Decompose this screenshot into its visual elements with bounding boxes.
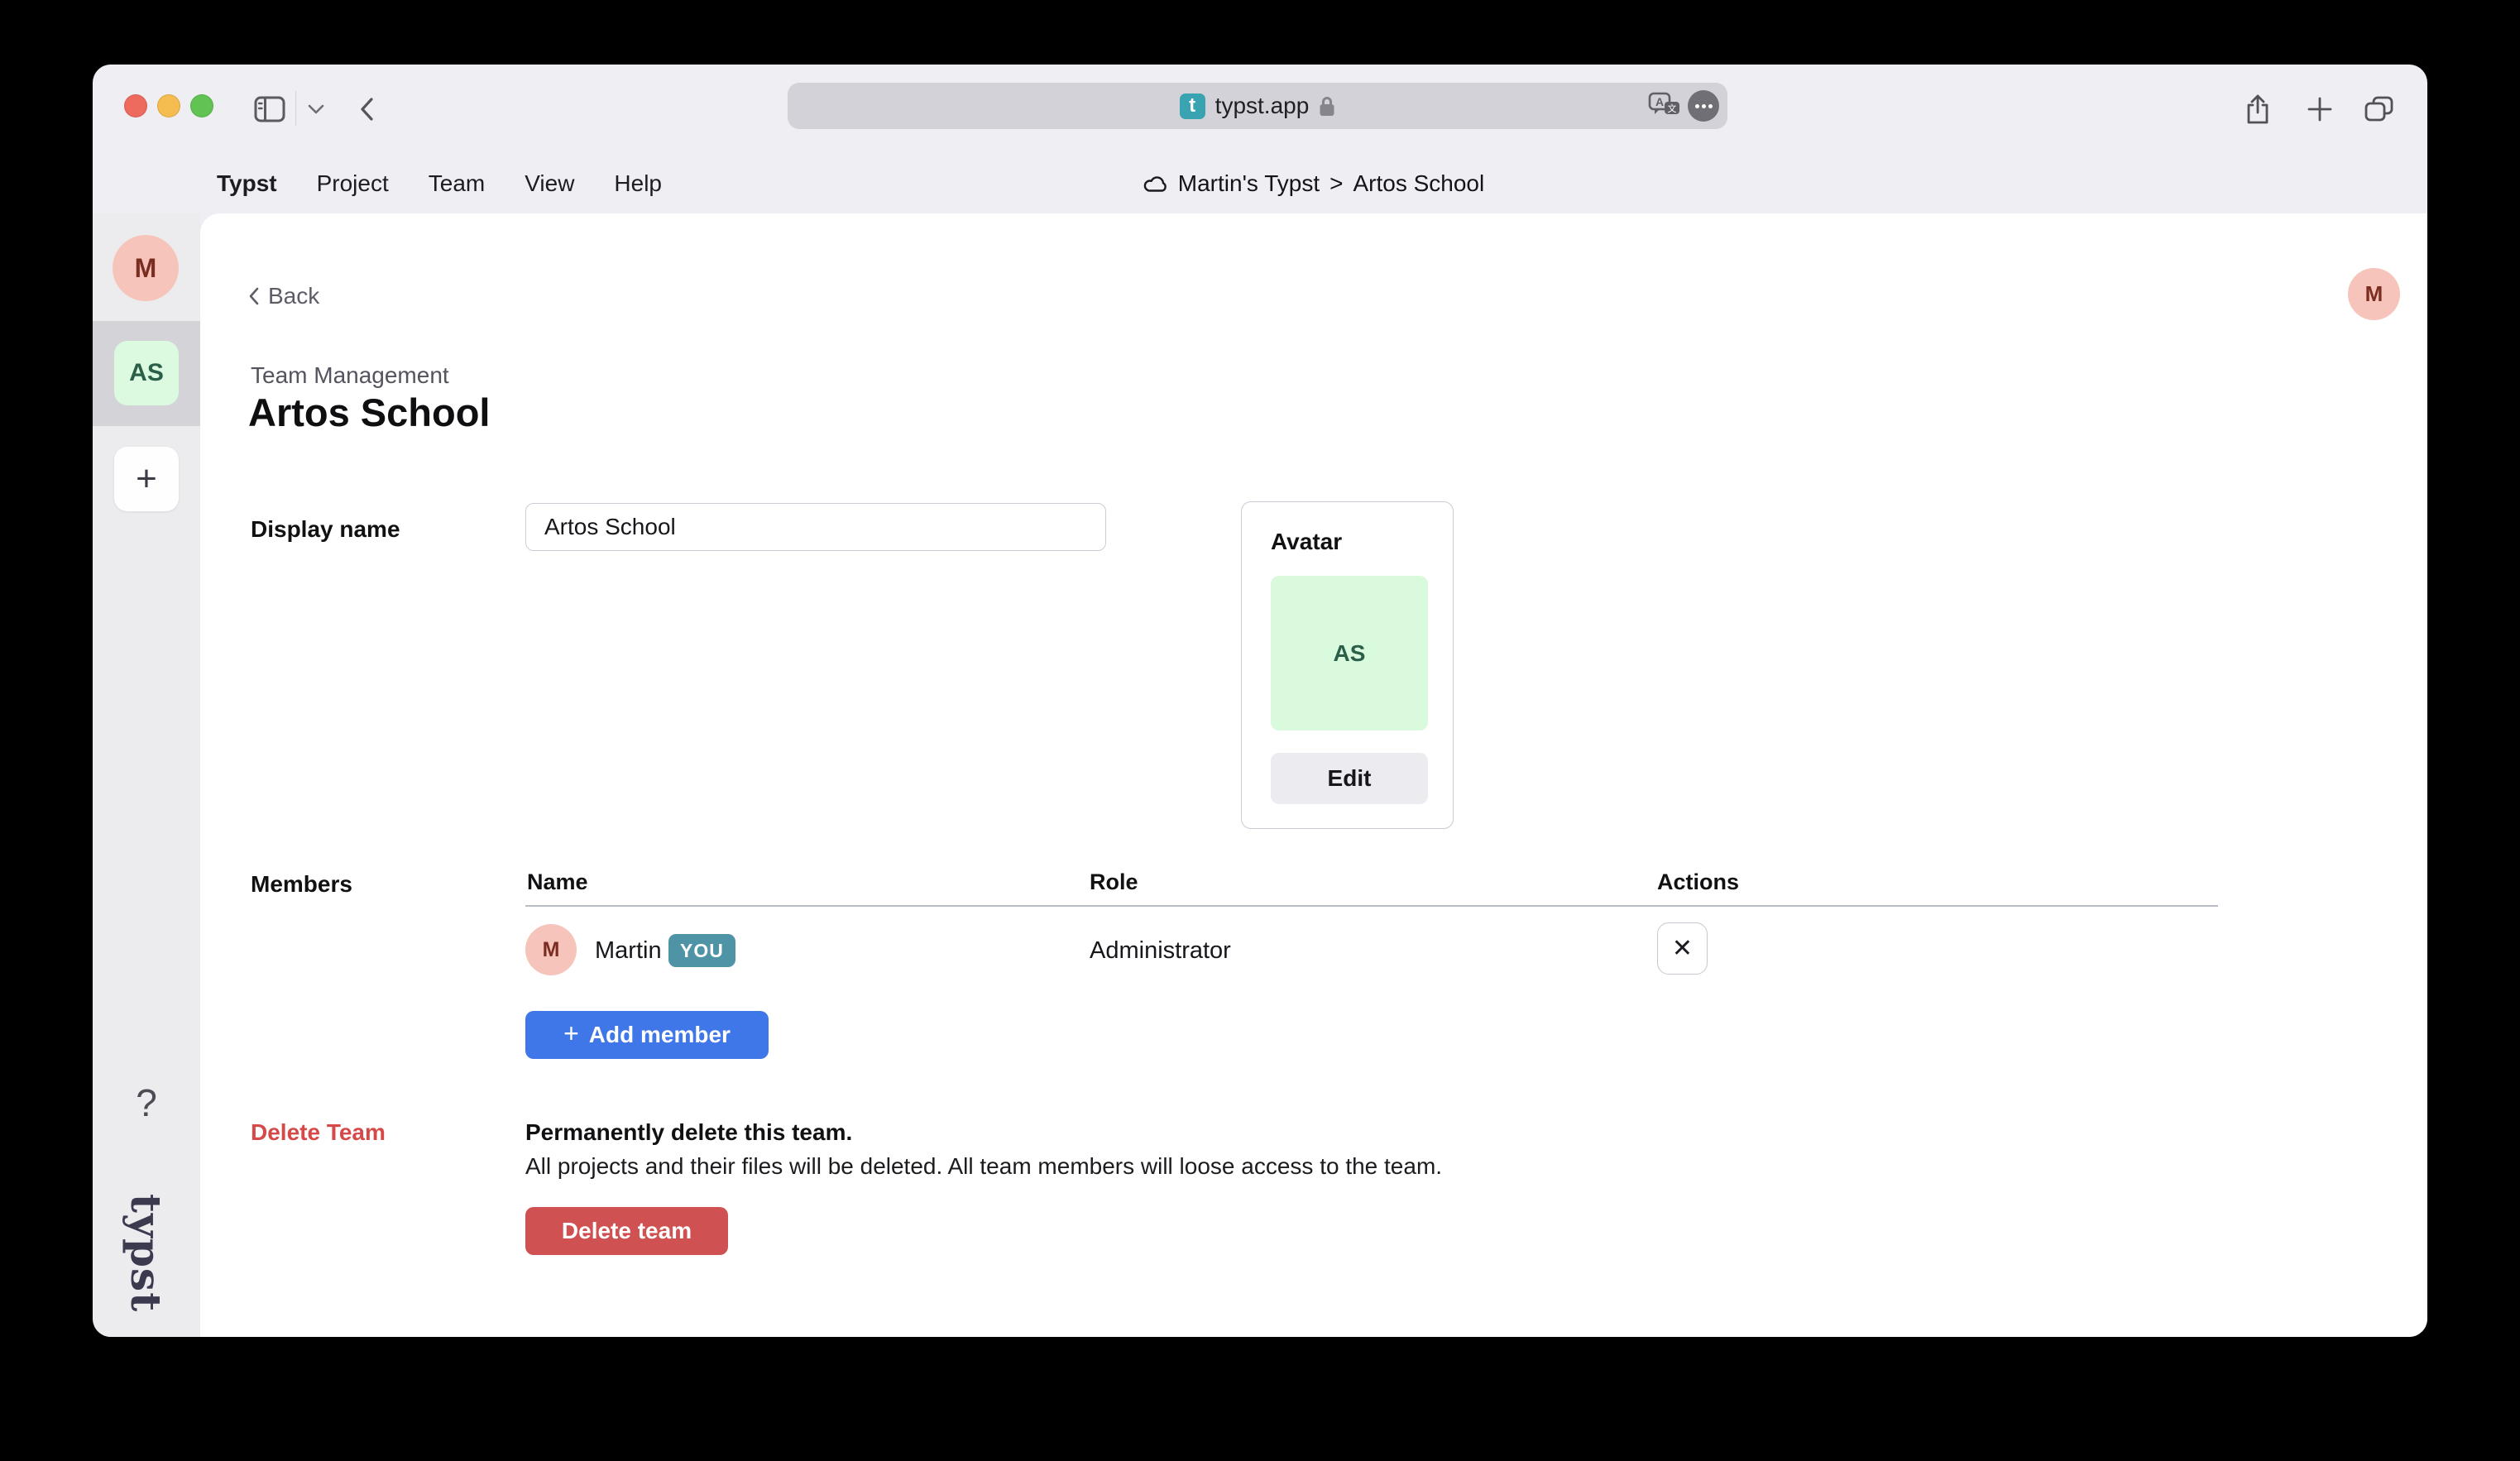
member-role: Administrator <box>1090 937 1231 965</box>
column-header-actions: Actions <box>1657 869 1739 895</box>
edit-avatar-button[interactable]: Edit <box>1271 753 1428 804</box>
page-settings-icon[interactable] <box>1688 90 1719 122</box>
team-management-page: Back M Team Management Artos School Disp… <box>200 213 2427 1337</box>
display-name-input[interactable] <box>525 503 1106 551</box>
delete-team-description: All projects and their files will be del… <box>525 1153 1442 1180</box>
breadcrumb: Martin's Typst > Artos School <box>200 154 2427 213</box>
traffic-lights <box>124 94 213 117</box>
browser-window: t typst.app A 文 <box>93 65 2427 1337</box>
delete-team-headline: Permanently delete this team. <box>525 1119 852 1146</box>
breadcrumb-workspace[interactable]: Martin's Typst <box>1178 170 1320 197</box>
tab-overview-icon[interactable] <box>2361 65 2398 154</box>
display-name-label: Display name <box>251 516 400 543</box>
translate-icon[interactable]: A 文 <box>1648 92 1681 120</box>
delete-team-label: Delete Team <box>251 1119 386 1146</box>
breadcrumb-team[interactable]: Artos School <box>1353 170 1484 197</box>
section-eyebrow: Team Management <box>251 362 449 389</box>
site-favicon: t <box>1180 93 1205 119</box>
member-name: Martin <box>595 937 662 965</box>
members-label: Members <box>251 871 352 898</box>
zoom-window-button[interactable] <box>190 94 213 117</box>
you-badge: YOU <box>668 934 735 967</box>
sidebar-add-team-button[interactable]: + <box>114 447 179 511</box>
plus-icon: + <box>136 458 157 500</box>
help-icon[interactable]: ? <box>93 1080 200 1125</box>
toolbar-divider <box>295 91 296 126</box>
close-window-button[interactable] <box>124 94 147 117</box>
desktop-background: t typst.app A 文 <box>0 0 2520 1461</box>
avatar-panel: Avatar AS Edit <box>1241 501 1454 829</box>
browser-titlebar: t typst.app A 文 <box>93 65 2427 154</box>
team-avatar-initials: AS <box>1334 640 1366 667</box>
address-bar[interactable]: t typst.app A 文 <box>788 83 1727 129</box>
browser-back-icon[interactable] <box>352 65 381 154</box>
sidebar-user-avatar[interactable]: M <box>113 235 179 301</box>
chevron-left-icon <box>248 286 260 306</box>
svg-text:文: 文 <box>1668 103 1677 114</box>
sidebar-team-avatar[interactable]: AS <box>114 341 179 405</box>
svg-text:A: A <box>1655 95 1664 108</box>
sidebar-team-initial: AS <box>129 359 164 387</box>
sidebar-selected-item-team[interactable]: AS <box>93 321 200 426</box>
member-avatar: M <box>525 924 577 975</box>
team-avatar-preview: AS <box>1271 576 1428 730</box>
user-avatar[interactable]: M <box>2348 268 2400 320</box>
favicon-letter: t <box>1189 94 1195 117</box>
add-member-button[interactable]: + Add member <box>525 1011 769 1059</box>
url-text: typst.app <box>1215 93 1310 119</box>
workspace-sidebar: M AS + ? typst <box>93 213 200 1337</box>
breadcrumb-separator: > <box>1329 170 1343 197</box>
chevron-down-icon[interactable] <box>304 65 328 154</box>
share-icon[interactable] <box>2240 65 2275 154</box>
new-tab-icon[interactable] <box>2303 65 2336 154</box>
column-header-role: Role <box>1090 869 1138 895</box>
avatar-panel-title: Avatar <box>1271 529 1342 555</box>
sidebar-user-initial: M <box>135 253 157 284</box>
remove-member-button[interactable]: ✕ <box>1657 922 1708 975</box>
close-icon: ✕ <box>1672 934 1693 963</box>
lock-icon <box>1319 95 1335 117</box>
back-link[interactable]: Back <box>248 283 319 309</box>
back-label: Back <box>268 283 319 309</box>
page-title: Artos School <box>248 390 490 435</box>
cloud-icon <box>1143 175 1168 193</box>
delete-team-button[interactable]: Delete team <box>525 1207 728 1255</box>
table-header-divider <box>525 905 2218 907</box>
minimize-window-button[interactable] <box>157 94 180 117</box>
plus-icon: + <box>563 1018 579 1049</box>
sidebar-toggle-icon[interactable] <box>252 65 288 154</box>
typst-logo: typst <box>93 1185 200 1321</box>
column-header-name: Name <box>527 869 588 895</box>
app-menubar: Typst Project Team View Help Martin's Ty… <box>93 154 2427 213</box>
